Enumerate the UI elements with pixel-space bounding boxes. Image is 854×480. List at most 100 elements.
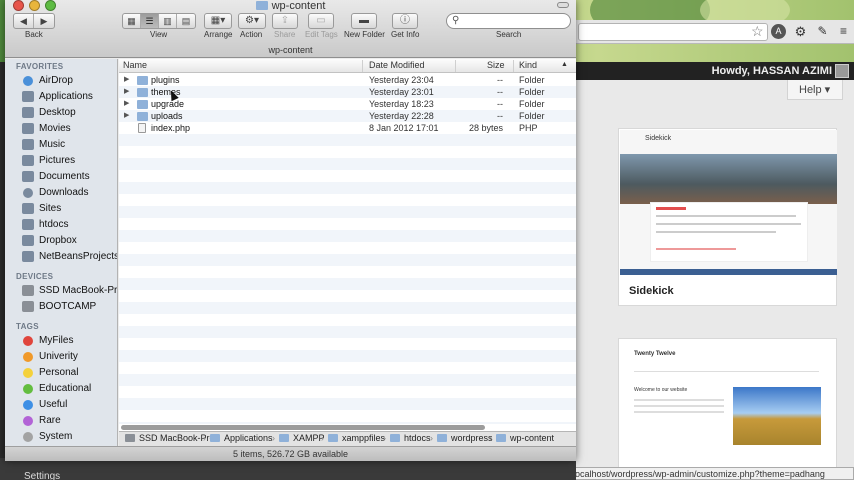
sidebar-item-documents[interactable]: Documents bbox=[22, 171, 116, 185]
sidebar-item-htdocs[interactable]: htdocs bbox=[22, 219, 116, 233]
column-header-name[interactable]: Name bbox=[123, 60, 147, 70]
sidebar-item-movies[interactable]: Movies bbox=[22, 123, 116, 137]
edit-tags-button[interactable]: ▭ bbox=[308, 13, 334, 29]
bookmark-star-icon[interactable]: ☆ bbox=[751, 23, 764, 40]
forward-button[interactable]: ▶ bbox=[34, 14, 54, 28]
get-info-label: Get Info bbox=[391, 30, 420, 39]
path-item-applications[interactable]: Applications bbox=[210, 433, 273, 443]
table-row[interactable]: ▶ themes Yesterday 23:01 -- Folder bbox=[119, 87, 576, 99]
finder-window: wp-content ◀ ▶ Back ▦ ☰ ▥ ▤ View ▦▾ Arra… bbox=[5, 0, 576, 461]
path-separator-icon: › bbox=[321, 433, 324, 443]
sidebar-tag-myfiles[interactable]: MyFiles bbox=[22, 335, 116, 349]
browser-status-url: localhost/wordpress/wp-admin/customize.p… bbox=[570, 467, 854, 480]
help-button[interactable]: Help ▾ bbox=[787, 80, 843, 100]
sidebar-tag-univerity[interactable]: Univerity bbox=[22, 351, 116, 365]
column-separator[interactable] bbox=[455, 60, 456, 72]
sidebar-tag-useful[interactable]: Useful bbox=[22, 399, 116, 413]
sidebar-item-label: NetBeansProjects bbox=[39, 251, 118, 262]
tag-color-icon bbox=[23, 416, 33, 426]
sidebar-item-music[interactable]: Music bbox=[22, 139, 116, 153]
tools-icon[interactable]: ✎ bbox=[815, 24, 830, 39]
folder-icon bbox=[390, 434, 400, 442]
back-button[interactable]: ◀ bbox=[14, 14, 34, 28]
sidebar-item-sites[interactable]: Sites bbox=[22, 203, 116, 217]
sidebar-item-label: System bbox=[39, 431, 73, 442]
theme1-name: Sidekick bbox=[629, 285, 674, 297]
browser-address-bar[interactable] bbox=[578, 23, 768, 41]
sidebar-item-downloads[interactable]: Downloads bbox=[22, 187, 116, 201]
sidebar-tag-system[interactable]: System bbox=[22, 431, 116, 445]
column-view-button[interactable]: ▥ bbox=[159, 14, 177, 28]
adblock-icon[interactable]: A bbox=[771, 24, 786, 39]
path-item-label: Applications bbox=[224, 433, 273, 443]
php-file-icon bbox=[138, 123, 146, 133]
settings-label[interactable]: Settings bbox=[24, 471, 60, 480]
path-item-wordpress[interactable]: wordpress bbox=[437, 433, 493, 443]
tag-color-icon bbox=[23, 400, 33, 410]
search-input[interactable] bbox=[463, 15, 563, 27]
folder-icon bbox=[255, 1, 268, 10]
sort-ascending-icon[interactable]: ▲ bbox=[561, 61, 568, 68]
theme-card-twenty-twelve[interactable]: Twenty Twelve Welcome to our website bbox=[618, 338, 837, 469]
path-item-ssd-macbook-pro[interactable]: SSD MacBook-Pro bbox=[125, 433, 215, 443]
path-item-htdocs[interactable]: htdocs bbox=[390, 433, 431, 443]
sidebar-tag-personal[interactable]: Personal bbox=[22, 367, 116, 381]
sidebar-item-label: Univerity bbox=[39, 351, 78, 362]
disclosure-triangle-icon[interactable]: ▶ bbox=[124, 111, 129, 119]
horizontal-scrollbar[interactable] bbox=[119, 424, 576, 431]
sidebar-tag-rare[interactable]: Rare bbox=[22, 415, 116, 429]
sidebar-item-dropbox[interactable]: Dropbox bbox=[22, 235, 116, 249]
arrange-button[interactable]: ▦▾ bbox=[204, 13, 232, 29]
column-separator[interactable] bbox=[513, 60, 514, 72]
search-label: Search bbox=[496, 30, 522, 39]
disclosure-triangle-icon[interactable]: ▶ bbox=[124, 87, 129, 95]
howdy-user-label[interactable]: Howdy, HASSAN AZIMI bbox=[712, 65, 832, 77]
action-button[interactable]: ⚙▾ bbox=[238, 13, 266, 29]
sidebar-item-applications[interactable]: Applications bbox=[22, 91, 116, 105]
sidebar-item-label: Educational bbox=[39, 383, 92, 394]
menu-icon[interactable]: ≡ bbox=[836, 24, 851, 39]
path-item-wp-content[interactable]: wp-content bbox=[496, 433, 554, 443]
column-header-date[interactable]: Date Modified bbox=[369, 60, 425, 70]
table-row[interactable]: index.php 8 Jan 2012 17:01 28 bytes PHP bbox=[119, 123, 576, 135]
sidebar-item-desktop[interactable]: Desktop bbox=[22, 107, 116, 121]
path-item-xamppfiles[interactable]: xamppfiles bbox=[328, 433, 385, 443]
icon-view-button[interactable]: ▦ bbox=[123, 14, 141, 28]
file-list: Name Date Modified Size Kind ▲ ▶ plugins… bbox=[119, 59, 576, 430]
share-button[interactable]: ⇪ bbox=[272, 13, 298, 29]
column-header-size[interactable]: Size bbox=[487, 60, 505, 70]
column-separator[interactable] bbox=[362, 60, 363, 72]
column-header-kind[interactable]: Kind bbox=[519, 60, 537, 70]
get-info-button[interactable]: ⓘ bbox=[392, 13, 418, 29]
sidebar-item-pictures[interactable]: Pictures bbox=[22, 155, 116, 169]
window-title: wp-content bbox=[5, 0, 576, 12]
new-folder-button[interactable]: ▬ bbox=[351, 13, 377, 29]
search-field[interactable]: ⚲ bbox=[446, 13, 571, 29]
folder-icon bbox=[137, 112, 148, 121]
post-title-line bbox=[656, 207, 686, 210]
theme-card-sidekick[interactable]: Sidekick Sidekick bbox=[618, 128, 837, 306]
disclosure-triangle-icon[interactable]: ▶ bbox=[124, 99, 129, 107]
downloads-icon bbox=[23, 188, 33, 198]
avatar[interactable] bbox=[835, 64, 849, 78]
path-item-xampp[interactable]: XAMPP bbox=[279, 433, 325, 443]
sidebar-item-netbeansprojects[interactable]: NetBeansProjects bbox=[22, 251, 118, 265]
toolbar-toggle-button[interactable] bbox=[557, 2, 569, 8]
table-row[interactable]: ▶ plugins Yesterday 23:04 -- Folder bbox=[119, 75, 576, 87]
coverflow-view-button[interactable]: ▤ bbox=[177, 14, 195, 28]
tag-color-icon bbox=[23, 432, 33, 442]
list-view-button[interactable]: ☰ bbox=[141, 14, 159, 28]
sidebar-item-bootcamp[interactable]: BOOTCAMP bbox=[22, 301, 116, 315]
scrollbar-thumb[interactable] bbox=[121, 425, 485, 430]
disclosure-triangle-icon[interactable]: ▶ bbox=[124, 75, 129, 83]
table-row[interactable]: ▶ uploads Yesterday 22:28 -- Folder bbox=[119, 111, 576, 123]
sidebar-tag-educational[interactable]: Educational bbox=[22, 383, 116, 397]
settings-gear-icon[interactable]: ⚙ bbox=[793, 24, 808, 39]
sidebar-item-airdrop[interactable]: AirDrop bbox=[22, 75, 116, 89]
table-row[interactable]: ▶ upgrade Yesterday 18:23 -- Folder bbox=[119, 99, 576, 111]
sidebar-item-label: Downloads bbox=[39, 187, 89, 198]
sidebar-item-ssd-macbook-pro[interactable]: SSD MacBook-Pro bbox=[22, 285, 117, 299]
sidebar-item-label: Rare bbox=[39, 415, 61, 426]
file-name: upgrade bbox=[151, 99, 185, 109]
pictures-icon bbox=[22, 155, 34, 166]
